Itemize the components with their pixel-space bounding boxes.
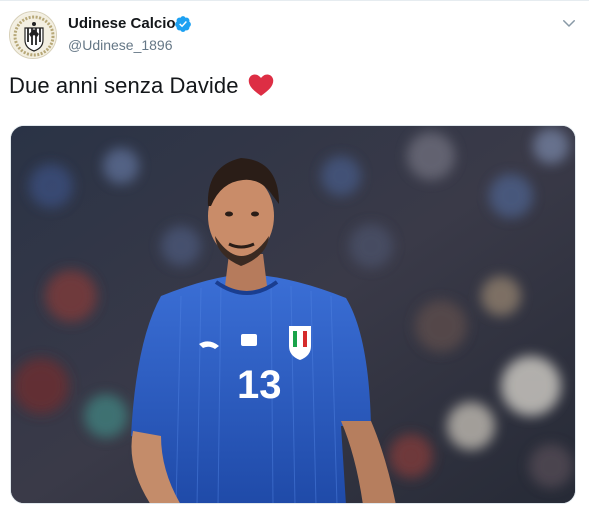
tweet-card: Udinese Calcio @Udinese_1896 Due anni se…	[0, 0, 589, 521]
display-name[interactable]: Udinese Calcio	[68, 15, 176, 32]
udinese-crest-logo	[11, 13, 56, 58]
avatar[interactable]	[9, 11, 57, 59]
verified-badge-icon	[175, 16, 191, 32]
red-heart-icon	[248, 74, 274, 96]
player-photo: 13	[11, 126, 575, 503]
tweet-photo[interactable]: 13	[10, 125, 576, 504]
handle[interactable]: @Udinese_1896	[68, 37, 173, 53]
jersey-number: 13	[237, 363, 282, 407]
divider	[0, 0, 589, 1]
chevron-down-icon[interactable]	[560, 14, 578, 32]
tweet-text: Due anni senza Davide	[9, 73, 239, 98]
